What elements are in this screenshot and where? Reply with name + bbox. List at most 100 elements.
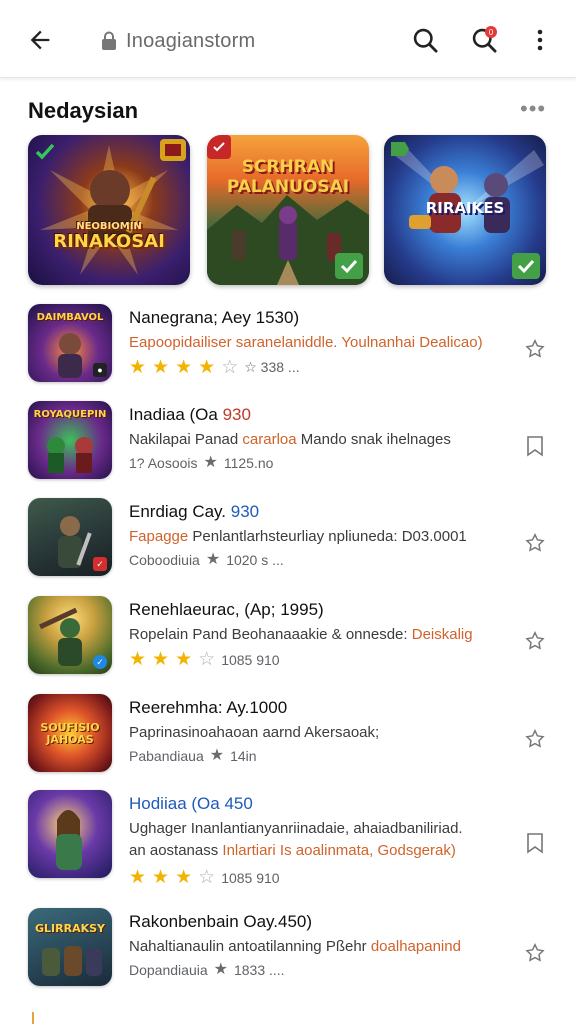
- star-full-icon: ★: [209, 747, 225, 764]
- item-title: Inadiaa (Oa 930: [129, 405, 251, 424]
- featured-card-1[interactable]: RINAKOSAI NEOBIOMIN: [28, 135, 190, 285]
- meta-row: 1? Aosoois ★ 1125.no: [129, 454, 274, 472]
- list-item[interactable]: ✓ Renehlaeurac, (Ap; 1995) Ropelain Pand…: [0, 588, 576, 684]
- platform-badge-icon: ●: [93, 363, 107, 377]
- item-title: Reerehmha: Ay.1000: [129, 698, 288, 717]
- corner-ribbon-icon: [207, 135, 231, 159]
- item-description: Fapagge Penlantlarhsteurliay npliuneda: …: [129, 528, 467, 545]
- featured-card-3[interactable]: RIRAIKES: [384, 135, 546, 285]
- item-publisher: 1? Aosoois: [129, 455, 198, 471]
- item-description: Nahaltianaulin antoatilanning Pßehr doal…: [129, 938, 461, 955]
- star-full-icon: ★: [205, 551, 221, 568]
- featured-carousel: RINAKOSAI NEOBIOMIN SCRHRAN PALANUOSAI R…: [28, 135, 550, 285]
- star-full-icon: ★: [175, 357, 193, 378]
- url-text: Inoagianstorm: [126, 29, 256, 52]
- lock-icon: [102, 31, 116, 50]
- item-meta: ☆ 338 ...: [244, 359, 300, 375]
- list-item[interactable]: GLIRRAKSY Rakonbenbain Oay.450) Nahaltia…: [0, 900, 576, 996]
- item-publisher: Coboodiuia: [129, 552, 200, 568]
- rank-badge-icon: [160, 139, 186, 161]
- section-title: Nedaysian: [28, 98, 139, 123]
- url-bar[interactable]: Inoagianstorm: [100, 26, 255, 56]
- list-item[interactable]: SOUFISIO JAHOAS Reerehmha: Ay.1000 Papri…: [0, 686, 576, 782]
- check-badge-icon: [335, 253, 363, 279]
- item-meta: 14in: [230, 748, 257, 764]
- corner-ribbon-icon: [388, 139, 412, 159]
- app-thumbnail: DAIMBAVOL ●: [28, 304, 112, 382]
- app-thumbnail: SOUFISIO JAHOAS: [28, 694, 112, 772]
- platform-badge-icon: ✓: [93, 655, 107, 669]
- item-title: Hodiiaa (Oa 450: [129, 794, 253, 813]
- star-empty-icon: ☆: [221, 357, 239, 378]
- list-item[interactable]: Hodiiaa (Oa 450 Ughager Inanlantianyanri…: [0, 782, 576, 898]
- star-full-icon: ★: [152, 649, 170, 670]
- list-item[interactable]: ✓ Enrdiag Cay. 930 Fapagge Penlantlarhst…: [0, 490, 576, 586]
- star-full-icon: ★: [129, 867, 147, 888]
- item-publisher: Pabandiaua: [129, 748, 204, 764]
- more-dots-icon[interactable]: •••: [520, 96, 546, 122]
- list-item[interactable]: DAIMBAVOL ● Nanegrana; Aey 1530) Eapoopi…: [0, 296, 576, 392]
- featured-art-title-2: SCRHRAN PALANUOSAI: [226, 157, 350, 197]
- star-half-icon: ★: [198, 357, 216, 378]
- star-outline-icon[interactable]: [522, 726, 548, 752]
- star-empty-icon: ☆: [198, 867, 216, 888]
- star-empty-icon: ☆: [198, 649, 216, 670]
- app-thumbnail: [28, 790, 112, 878]
- item-meta: 1085 910: [221, 651, 280, 668]
- star-full-icon: ★: [152, 867, 170, 888]
- item-description: Ropelain Pand Beohanaaakie & onnesde: De…: [129, 626, 473, 643]
- item-title: Renehlaeurac, (Ap; 1995): [129, 600, 324, 619]
- search-icon[interactable]: [403, 18, 447, 62]
- item-meta: 1020 s ...: [226, 552, 284, 568]
- item-publisher: Dopandiauia: [129, 962, 208, 978]
- scroll-indicator: [32, 1012, 34, 1024]
- item-title: Nanegrana; Aey 1530): [129, 308, 300, 327]
- app-thumbnail: ✓: [28, 596, 112, 674]
- item-meta: 1125.no: [223, 455, 274, 471]
- item-title: Rakonbenbain Oay.450): [129, 912, 313, 931]
- star-full-icon: ★: [213, 961, 228, 978]
- star-outline-icon[interactable]: [522, 940, 548, 966]
- item-description: Eapoopidailiser saranelaniddle. Youlnanh…: [129, 334, 483, 351]
- thumbnail-title: SOUFISIO JAHOAS: [40, 722, 100, 746]
- top-app-bar: Inoagianstorm 0: [0, 0, 576, 78]
- rating-row: ★ ★ ★ ★ ☆ ☆ 338 ...: [129, 358, 300, 377]
- item-description: Nakilapai Panad cararloa Mando snak ihel…: [129, 431, 451, 448]
- check-badge-icon: [32, 139, 58, 165]
- item-meta: 1833 ....: [233, 962, 285, 978]
- item-meta: 1085 910: [221, 869, 280, 886]
- meta-row: Dopandiauia ★ 1833 ....: [129, 961, 285, 979]
- app-thumbnail: ROYAQUEPIN: [28, 401, 112, 479]
- rating-row: ★ ★ ★ ☆ 1085 910: [129, 650, 280, 669]
- item-description: Paprinasinoahaoan aarnd Akersaoak;: [129, 724, 380, 741]
- bookmark-outline-icon[interactable]: [522, 830, 548, 856]
- star-full-icon: ★: [175, 649, 193, 670]
- star-outline-icon[interactable]: [522, 530, 548, 556]
- featured-art-sub-1: NEOBIOMIN: [76, 221, 142, 232]
- star-full-icon: ★: [175, 867, 193, 888]
- item-description-2: an aostanass Inlartiari Is aoalinmata, G…: [129, 842, 456, 859]
- featured-art-title-3: RIRAIKES: [425, 199, 505, 217]
- item-title: Enrdiag Cay. 930: [129, 502, 260, 521]
- platform-badge-icon: ✓: [93, 557, 107, 571]
- item-description: Ughager Inanlantianyanriinadaie, ahaiadb…: [129, 820, 463, 837]
- star-outline-icon[interactable]: [522, 336, 548, 362]
- more-vertical-icon[interactable]: [518, 18, 562, 62]
- star-full-icon: ★: [152, 357, 170, 378]
- bookmark-outline-icon[interactable]: [522, 433, 548, 459]
- featured-card-2[interactable]: SCRHRAN PALANUOSAI: [207, 135, 369, 285]
- meta-row: Coboodiuia ★ 1020 s ...: [129, 551, 284, 569]
- list-item[interactable]: ROYAQUEPIN Inadiaa (Oa 930 Nakilapai Pan…: [0, 393, 576, 489]
- notification-badge: 0: [485, 26, 497, 38]
- star-full-icon: ★: [129, 357, 147, 378]
- back-arrow-icon[interactable]: [18, 18, 62, 62]
- app-thumbnail: ✓: [28, 498, 112, 576]
- app-thumbnail: GLIRRAKSY: [28, 908, 112, 986]
- star-outline-icon[interactable]: [522, 628, 548, 654]
- check-badge-icon: [512, 253, 540, 279]
- rating-row: ★ ★ ★ ☆ 1085 910: [129, 868, 280, 887]
- meta-row: Pabandiaua ★ 14in: [129, 747, 257, 765]
- star-full-icon: ★: [129, 649, 147, 670]
- star-full-icon: ★: [203, 454, 218, 471]
- notification-search-icon[interactable]: 0: [462, 18, 506, 62]
